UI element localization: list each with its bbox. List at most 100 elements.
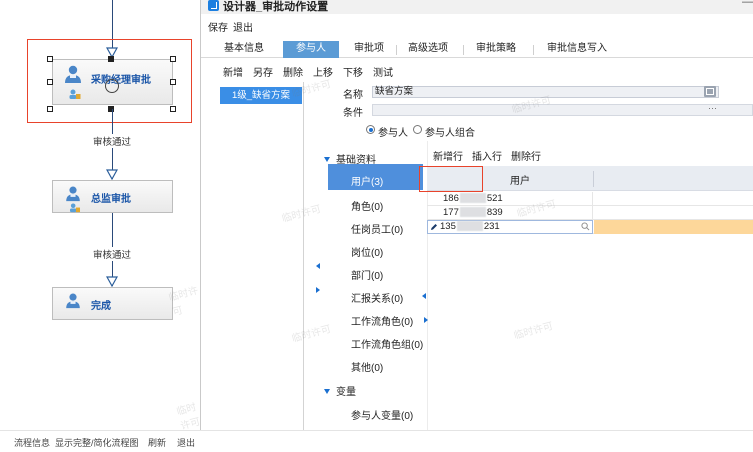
resize-handle[interactable]: [170, 79, 176, 85]
insert-row-button[interactable]: 插入行: [472, 148, 502, 163]
tab-separator: [533, 45, 534, 55]
resize-handle[interactable]: [47, 106, 53, 112]
tab-basic-info[interactable]: 基本信息: [216, 41, 272, 58]
app-icon: [208, 0, 219, 11]
scheme-toolbar: 新增 另存 删除 上移 下移 测试: [201, 64, 753, 79]
tree-item-users[interactable]: 用户(3): [351, 173, 383, 188]
search-icon[interactable]: [581, 222, 590, 234]
tab-approval-items[interactable]: 审批项: [345, 41, 393, 58]
exit-button[interactable]: 退出: [233, 19, 253, 34]
refresh-button[interactable]: 刷新: [148, 436, 166, 449]
delete-row-button[interactable]: 删除行: [511, 148, 541, 163]
radio-participant-group[interactable]: [413, 125, 422, 134]
tree-item-position-staff[interactable]: 任岗员工(0): [351, 221, 403, 236]
table-row[interactable]: 177 839: [427, 206, 753, 220]
user-icon: [63, 292, 83, 312]
radio-participant-label: 参与人: [378, 128, 408, 139]
resize-handle[interactable]: [108, 106, 114, 112]
tab-separator: [463, 45, 464, 55]
workflow-node-complete[interactable]: 完成: [52, 287, 173, 320]
tree-item-wf-role-groups[interactable]: 工作流角色组(0): [351, 336, 423, 351]
designer-window: 设计器_审批动作设置 — 保存 退出 基本信息 参与人 审批项 高级选项 审批策…: [201, 0, 753, 430]
condition-input[interactable]: [372, 104, 753, 116]
save-as-button[interactable]: 另存: [253, 64, 273, 79]
masked-text: [459, 193, 486, 203]
tree-item-positions[interactable]: 岗位(0): [351, 244, 383, 259]
name-input[interactable]: 缺省方案: [372, 86, 719, 98]
tab-info-write[interactable]: 审批信息写入: [541, 41, 613, 58]
tree-item-participant-vars[interactable]: 参与人变量(0): [351, 407, 413, 422]
resize-handle[interactable]: [170, 106, 176, 112]
table-row[interactable]: 135 231: [427, 220, 753, 234]
column-separator[interactable]: [593, 171, 594, 187]
tree-item-departments[interactable]: 部门(0): [351, 267, 383, 282]
cell-suffix: 839: [486, 207, 503, 218]
tree-group-label: 变量: [336, 387, 356, 398]
edge-label: 审核通过: [91, 134, 134, 148]
masked-text: [456, 221, 483, 231]
workflow-node-director[interactable]: 总监审批: [52, 180, 173, 213]
tree-item-other[interactable]: 其他(0): [351, 359, 383, 374]
scheme-list: 1级_缺省方案: [218, 82, 304, 430]
workflow-canvas[interactable]: 采购经理审批 审核通过 总监审批 审核通过 完成 临时许可 临时许可: [0, 0, 202, 432]
tab-participants[interactable]: 参与人: [283, 41, 339, 58]
radio-group-label: 参与人组合: [425, 128, 475, 139]
window-title: 设计器_审批动作设置: [223, 1, 329, 13]
test-button[interactable]: 测试: [373, 64, 393, 79]
move-down-button[interactable]: 下移: [343, 64, 363, 79]
menubar: 保存 退出: [201, 18, 753, 34]
collapse-left-icon[interactable]: [422, 293, 426, 299]
user-icon: [63, 185, 83, 205]
user-cell: 177 839: [443, 207, 603, 219]
pencil-icon: [430, 223, 437, 230]
tree-group-variables[interactable]: 变量: [324, 383, 356, 398]
user-cell: 135 231: [440, 221, 600, 233]
radio-participant[interactable]: [366, 125, 375, 134]
exit-canvas-button[interactable]: 退出: [177, 436, 195, 449]
workflow-node-label: 完成: [91, 301, 111, 312]
expand-icon: [324, 389, 330, 394]
resize-handle[interactable]: [47, 56, 53, 62]
tab-strategy[interactable]: 审批策略: [469, 41, 523, 58]
add-row-button[interactable]: 新增行: [433, 148, 463, 163]
toggle-flow-view-button[interactable]: 显示完整/简化流程图: [55, 436, 139, 449]
delete-button[interactable]: 删除: [283, 64, 303, 79]
user-grid: 用户 186 521 177 839 135 231: [427, 166, 753, 430]
tree-item-roles[interactable]: 角色(0): [351, 198, 383, 213]
highlight-box: [419, 166, 483, 192]
row-highlight: [594, 220, 753, 234]
expand-icon: [324, 157, 330, 162]
window-titlebar: 设计器_审批动作设置 —: [201, 0, 753, 14]
move-up-button[interactable]: 上移: [313, 64, 333, 79]
status-bar: 流程信息 显示完整/简化流程图 刷新 退出: [0, 430, 753, 452]
cell-prefix: 135: [440, 221, 456, 232]
cell-prefix: 186: [443, 193, 459, 204]
resize-handle[interactable]: [47, 79, 53, 85]
condition-browse-button[interactable]: ···: [708, 103, 717, 113]
user-cell: 186 521: [443, 193, 603, 205]
edge-label: 审核通过: [91, 247, 134, 261]
column-header-user[interactable]: 用户: [510, 172, 530, 187]
multilang-icon[interactable]: [704, 86, 716, 97]
resize-handle[interactable]: [108, 56, 114, 62]
tree-item-reporting[interactable]: 汇报关系(0): [351, 290, 403, 305]
minimize-button[interactable]: —: [742, 0, 753, 8]
tab-bar: 基本信息 参与人 审批项 高级选项 审批策略 审批信息写入: [201, 41, 753, 58]
expand-right-icon[interactable]: [316, 287, 320, 293]
masked-text: [459, 207, 486, 217]
tree-item-wf-roles[interactable]: 工作流角色(0): [351, 313, 413, 328]
cell-prefix: 177: [443, 207, 459, 218]
workflow-node-label: 总监审批: [91, 194, 131, 205]
name-label: 名称: [343, 90, 363, 101]
collapse-left-icon[interactable]: [316, 263, 320, 269]
add-button[interactable]: 新增: [223, 64, 243, 79]
cell-suffix: 521: [486, 193, 503, 204]
cell-suffix: 231: [483, 221, 500, 232]
flow-info-button[interactable]: 流程信息: [14, 436, 50, 449]
tab-advanced[interactable]: 高级选项: [401, 41, 455, 58]
resize-handle[interactable]: [170, 56, 176, 62]
save-button[interactable]: 保存: [208, 19, 228, 34]
table-row[interactable]: 186 521: [427, 192, 753, 206]
scheme-item-default[interactable]: 1级_缺省方案: [220, 87, 302, 104]
connection-point[interactable]: [105, 79, 119, 93]
